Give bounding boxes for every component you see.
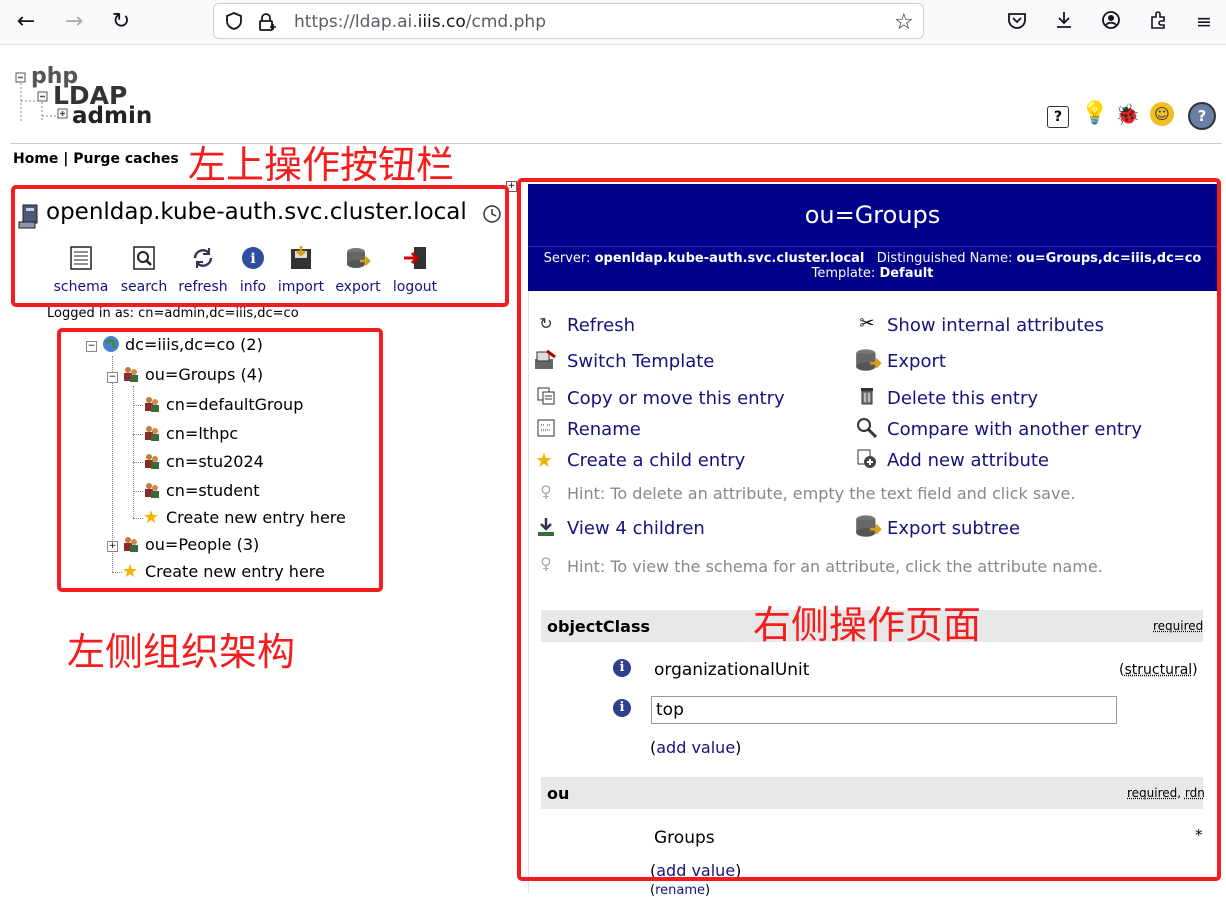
logout-button[interactable]: logout (387, 245, 443, 295)
svg-text:i: i (250, 251, 255, 267)
collapse-toggle[interactable]: − (107, 372, 118, 383)
tree-node-defaultgroup[interactable]: cn=defaultGroup (143, 394, 303, 416)
import-button[interactable]: import (273, 245, 329, 295)
url-text: https://ldap.ai.iiis.co/cmd.php (294, 12, 546, 32)
export-label: export (335, 279, 381, 295)
refresh-button[interactable]: refresh (175, 245, 231, 295)
refresh-icon (189, 245, 217, 271)
info-icon: i (239, 245, 267, 271)
tree-child-label: cn=stu2024 (166, 452, 264, 471)
collapse-toggle[interactable]: − (86, 341, 97, 352)
logout-icon (401, 245, 429, 271)
refresh-label: refresh (178, 279, 228, 295)
back-arrow-icon[interactable]: ← (12, 8, 40, 36)
tree-branch (112, 572, 122, 573)
menu-icon[interactable]: ≡ (1191, 9, 1217, 35)
browser-toolbar: ← → ↻ https://ldap.ai.iiis.co/cmd.php ☆ … (0, 0, 1226, 45)
annotation-top-left: 左上操作按钮栏 (188, 143, 455, 187)
purge-caches-link[interactable]: Purge caches (73, 151, 178, 167)
star-icon: ★ (122, 561, 139, 582)
group-icon (143, 481, 161, 499)
schema-label: schema (53, 279, 109, 295)
url-bar[interactable]: https://ldap.ai.iiis.co/cmd.php ☆ (213, 3, 924, 39)
rename-link-small[interactable]: (rename) (650, 883, 710, 898)
bookmark-star-icon[interactable]: ☆ (894, 10, 914, 35)
group-icon (143, 395, 161, 413)
create-entry-groups[interactable]: ★ Create new entry here (143, 507, 346, 529)
tree-branch (133, 518, 143, 519)
download-icon[interactable] (1051, 9, 1077, 35)
tree-node-people[interactable]: ou=People (3) (122, 534, 259, 556)
import-icon (287, 245, 315, 271)
server-icon (17, 202, 41, 234)
schema-button[interactable]: schema (53, 245, 109, 295)
forward-arrow-icon[interactable]: → (60, 8, 88, 36)
create-entry-root[interactable]: ★ Create new entry here (122, 561, 325, 583)
expand-toggle[interactable]: + (107, 541, 118, 552)
account-icon[interactable] (1098, 9, 1124, 35)
group-icon (122, 535, 140, 553)
export-icon (344, 245, 372, 271)
group-icon (122, 365, 140, 383)
server-name[interactable]: openldap.kube-auth.svc.cluster.local (46, 199, 467, 225)
right-panel-highlight (517, 178, 1221, 881)
create-entry-label: Create new entry here (145, 562, 325, 581)
search-button[interactable]: search (116, 245, 172, 295)
lock-icon[interactable] (256, 11, 278, 37)
create-entry-label: Create new entry here (166, 508, 346, 527)
shield-icon[interactable] (224, 11, 244, 35)
tree-child-label: cn=lthpc (166, 424, 239, 443)
tree-branch (133, 405, 143, 406)
import-label: import (277, 279, 325, 295)
phpldapadmin-logo[interactable]: php LDAP admin (14, 64, 164, 130)
export-button[interactable]: export (330, 245, 386, 295)
tree-child-label: cn=defaultGroup (166, 395, 304, 414)
lightbulb-icon[interactable]: 💡 (1081, 102, 1108, 126)
search-label: search (120, 279, 168, 295)
extensions-icon[interactable] (1145, 9, 1171, 35)
tree-child-label: cn=student (166, 481, 260, 500)
annotation-left: 左侧组织架构 (67, 630, 296, 674)
smile-icon[interactable]: ☺ (1150, 102, 1174, 126)
group-icon (143, 452, 161, 470)
tree-node-student[interactable]: cn=student (143, 480, 260, 502)
reload-icon[interactable]: ↻ (107, 8, 135, 36)
help-icon[interactable]: ? (1047, 106, 1069, 128)
tree-root-label: dc=iiis,dc=co (2) (125, 335, 263, 354)
logged-in-as: Logged in as: cn=admin,dc=iiis,dc=co (47, 306, 299, 321)
tree-node-groups[interactable]: ou=Groups (4) (122, 364, 263, 386)
tree-people-label: ou=People (3) (145, 535, 260, 554)
schema-icon (67, 245, 95, 271)
tree-line-root (112, 356, 113, 572)
tree-branch (133, 462, 143, 463)
rename-label[interactable]: rename (655, 883, 705, 898)
tree-groups-label: ou=Groups (4) (145, 365, 264, 384)
support-icon[interactable]: ? (1188, 102, 1216, 130)
pocket-icon[interactable] (1004, 9, 1030, 35)
top-menu: Home | Purge caches (13, 151, 179, 167)
logout-label: logout (392, 279, 438, 295)
globe-icon (102, 335, 120, 353)
tree-node-lthpc[interactable]: cn=lthpc (143, 423, 238, 445)
tree-branch (133, 434, 143, 435)
tree-node-stu2024[interactable]: cn=stu2024 (143, 451, 264, 473)
logo-admin-text: admin (72, 103, 153, 129)
tree-branch (133, 491, 143, 492)
bug-icon[interactable]: 🐞 (1115, 102, 1140, 126)
star-icon: ★ (143, 507, 160, 528)
group-icon (143, 424, 161, 442)
home-link[interactable]: Home (13, 151, 58, 167)
menu-separator: | (63, 151, 69, 167)
tree-root-dc[interactable]: dc=iiis,dc=co (2) (102, 334, 263, 356)
clock-icon[interactable] (482, 204, 502, 228)
search-icon (130, 245, 158, 271)
